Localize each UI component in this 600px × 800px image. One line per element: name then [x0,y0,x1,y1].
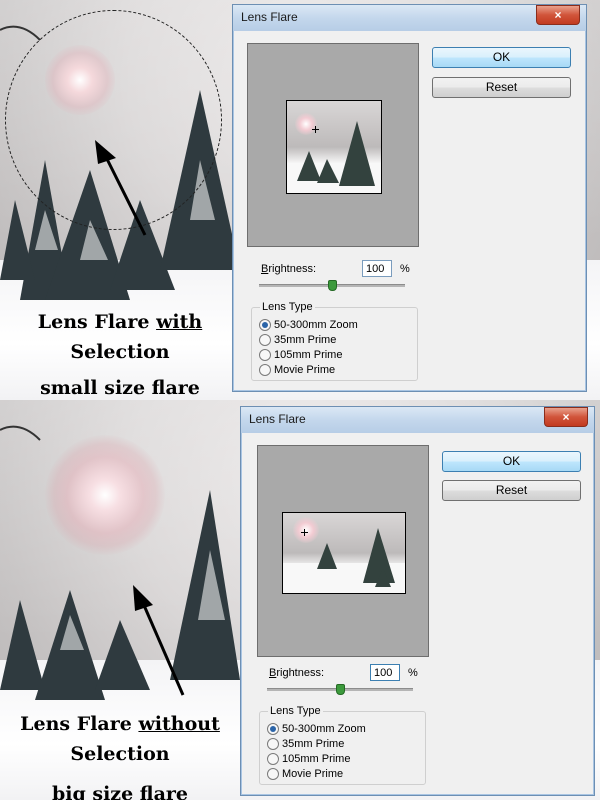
arrow-icon [133,585,185,696]
crosshair-icon[interactable] [312,126,319,133]
preview-thumbnail[interactable] [286,100,382,194]
lens-flare-dialog[interactable]: Lens Flare × OK Reset Brightness: 100 % … [232,4,587,392]
dialog-titlebar[interactable]: Lens Flare × [233,5,586,31]
lens-flare-dialog[interactable]: Lens Flare × OK Reset Brightness: 100 % … [240,406,595,796]
ok-button[interactable]: OK [432,47,571,68]
radio-button-icon[interactable] [259,349,271,361]
dialog-title: Lens Flare [249,412,306,426]
brightness-label: Brightness: [269,667,325,679]
reset-button[interactable]: Reset [432,77,571,98]
radio-button-icon[interactable] [259,319,271,331]
radio-button-icon[interactable] [267,768,279,780]
caption: Lens Flare without Selection big size fl… [20,713,220,800]
preview-area [247,43,419,247]
radio-button-icon[interactable] [259,364,271,376]
lens-type-legend: Lens Type [260,301,315,313]
lens-option-label: Movie Prime [274,364,336,376]
close-button[interactable]: × [536,5,580,25]
radio-button-icon[interactable] [267,738,279,750]
radio-button-icon[interactable] [267,723,279,735]
top-example-panel: Lens Flare with Selection small size fla… [0,0,600,400]
lens-option-label: Movie Prime [282,768,344,780]
close-icon: × [562,410,570,424]
lens-option-label: 105mm Prime [282,753,351,765]
lens-flare-glow [45,435,165,555]
preview-area [257,445,429,657]
arrow-icon [95,140,147,236]
caption: Lens Flare with Selection small size fla… [37,311,203,399]
preview-thumbnail[interactable] [282,512,406,594]
percent-label: % [408,667,418,679]
brightness-slider-thumb[interactable] [328,280,337,291]
radio-button-icon[interactable] [267,753,279,765]
brightness-input[interactable]: 100 [362,260,392,277]
lens-type-legend: Lens Type [268,705,323,717]
lens-option-label: 35mm Prime [282,738,345,750]
brightness-label: Brightness: [261,263,317,275]
bottom-example-panel: Lens Flare without Selection big size fl… [0,400,600,800]
lens-option-label: 35mm Prime [274,334,337,346]
close-button[interactable]: × [544,407,588,427]
lens-option-label: 50-300mm Zoom [282,723,366,735]
ok-button[interactable]: OK [442,451,581,472]
dialog-title: Lens Flare [241,10,298,24]
crosshair-icon[interactable] [301,529,308,536]
radio-button-icon[interactable] [259,334,271,346]
brightness-slider-thumb[interactable] [336,684,345,695]
dialog-titlebar[interactable]: Lens Flare × [241,407,594,433]
percent-label: % [400,263,410,275]
close-icon: × [554,8,562,22]
lens-option-label: 105mm Prime [274,349,343,361]
brightness-input[interactable]: 100 [370,664,400,681]
lens-option-label: 50-300mm Zoom [274,319,358,331]
reset-button[interactable]: Reset [442,480,581,501]
